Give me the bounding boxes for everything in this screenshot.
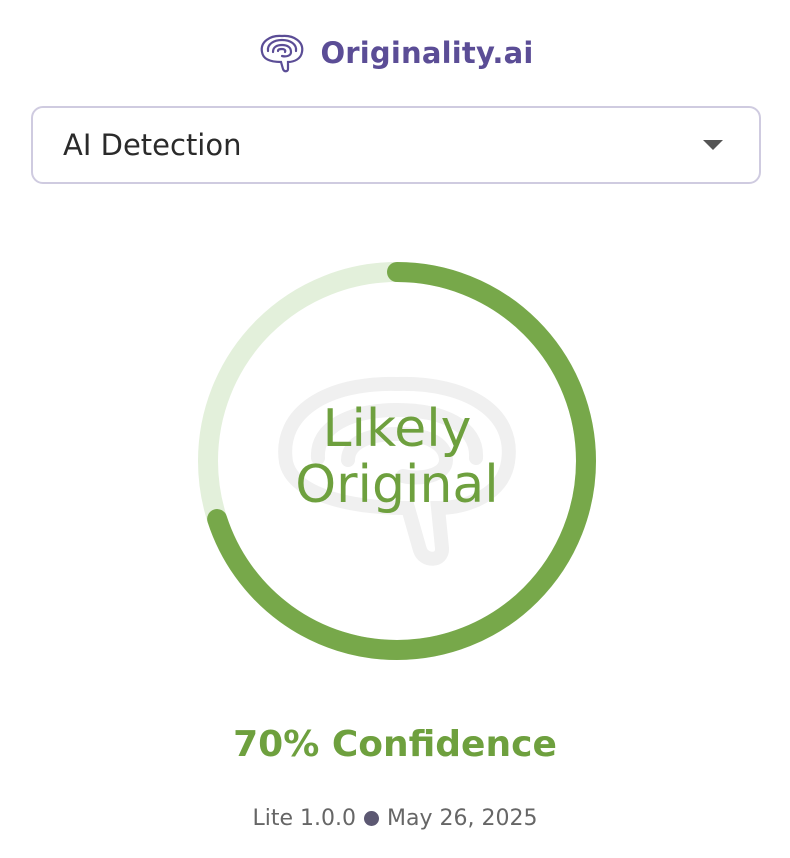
confidence-text: 70% Confidence [233,724,557,765]
detection-mode-dropdown[interactable]: AI Detection [31,106,761,184]
result-label-line2: Original [295,455,499,515]
brain-icon [256,32,308,74]
result-label-line1: Likely [322,399,472,459]
result-label: Likely Original [198,262,596,660]
version-text: Lite 1.0.0 [252,806,357,831]
popup-page: Originality.ai AI Detection Likely Origi… [0,0,790,858]
brand-name: Originality.ai [320,36,534,70]
separator-dot-icon [364,811,380,826]
dropdown-selected-value: AI Detection [63,128,242,162]
date-text: May 26, 2025 [387,806,538,831]
brand-header: Originality.ai [0,30,790,76]
footer-meta: Lite 1.0.0 May 26, 2025 [0,806,790,831]
originality-gauge: Likely Original [198,262,596,660]
chevron-down-icon[interactable] [703,140,723,150]
